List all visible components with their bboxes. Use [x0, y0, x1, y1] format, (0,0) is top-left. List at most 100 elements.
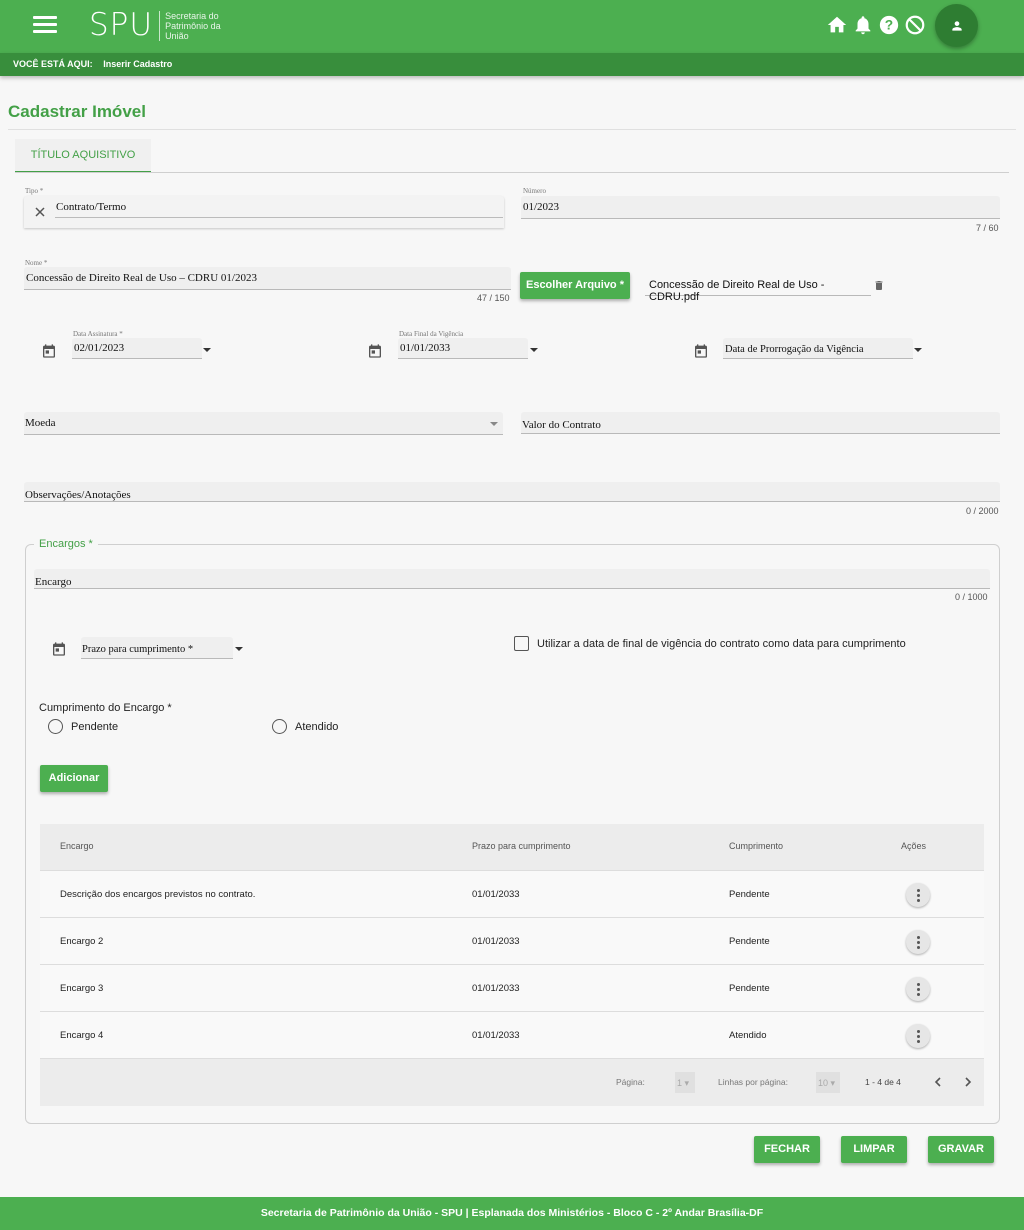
close-button[interactable]: FECHAR [754, 1136, 820, 1163]
table-header: Encargo Prazo para cumprimento Cumprimen… [40, 824, 984, 871]
encargos-legend: Encargos * [34, 538, 98, 550]
tipo-label: Tipo * [25, 187, 44, 195]
divider [15, 172, 1009, 173]
page-title: Cadastrar Imóvel [8, 102, 146, 121]
moeda-placeholder: Moeda [25, 417, 56, 429]
clear-icon[interactable] [35, 207, 45, 217]
svg-text:?: ? [885, 18, 893, 33]
observacoes-placeholder: Observações/Anotações [25, 489, 131, 501]
person-icon [951, 20, 962, 31]
chevron-left-icon[interactable] [932, 1076, 944, 1088]
use-end-date-checkbox[interactable] [514, 636, 529, 651]
choose-file-button[interactable]: Escolher Arquivo * [520, 272, 630, 299]
calendar-icon[interactable] [41, 343, 57, 359]
spu-logo[interactable]: SPU Secretaria do Patrimônio da União [89, 8, 235, 42]
cumprimento-label: Cumprimento do Encargo * [39, 702, 172, 714]
chevron-down-icon[interactable] [203, 348, 211, 352]
table-pagination: Página: 1 ▾ Linhas por página: 10 ▾ 1 - … [40, 1059, 984, 1106]
encargo-field[interactable]: Encargo [34, 569, 990, 589]
cell-cumprimento: Pendente [729, 889, 770, 900]
cell-prazo: 01/01/2033 [472, 936, 520, 947]
file-name: Concessão de Direito Real de Uso - CDRU.… [649, 279, 825, 303]
radio-pendente-label: Pendente [71, 721, 119, 733]
menu-icon[interactable] [33, 16, 57, 36]
cell-encargo: Encargo 3 [60, 983, 104, 994]
data-final-label: Data Final da Vigência [399, 330, 464, 338]
cell-prazo: 01/01/2033 [472, 983, 520, 994]
breadcrumb-current[interactable]: Inserir Cadastro [103, 59, 172, 69]
cell-prazo: 01/01/2033 [472, 889, 520, 900]
use-end-date-label: Utilizar a data de final de vigência do … [537, 638, 906, 650]
encargo-counter: 0 / 1000 [955, 592, 988, 602]
save-button[interactable]: GRAVAR [928, 1136, 994, 1163]
numero-value: 01/2023 [523, 201, 560, 213]
rows-per-page-select[interactable]: 10 ▾ [816, 1072, 840, 1093]
more-vert-icon[interactable] [906, 930, 930, 954]
numero-counter: 7 / 60 [976, 223, 999, 233]
more-vert-icon[interactable] [906, 1024, 930, 1048]
add-encargo-button[interactable]: Adicionar [40, 765, 108, 792]
breadcrumb-label: VOCÊ ESTÁ AQUI: [13, 59, 93, 69]
radio-atendido-label: Atendido [295, 721, 339, 733]
moeda-select[interactable]: Moeda [24, 412, 503, 435]
cell-cumprimento: Pendente [729, 983, 770, 994]
user-avatar[interactable] [935, 4, 978, 47]
calendar-icon[interactable] [693, 343, 709, 359]
observacoes-field[interactable]: Observações/Anotações [24, 482, 1000, 502]
numero-label: Número [523, 187, 546, 195]
col-encargo[interactable]: Encargo [60, 841, 94, 851]
table-row[interactable]: Encargo 2 01/01/2033 Pendente [40, 918, 984, 965]
nome-counter: 47 / 150 [477, 293, 510, 303]
radio-atendido[interactable] [272, 719, 287, 734]
table-row[interactable]: Encargo 3 01/01/2033 Pendente [40, 965, 984, 1012]
data-assinatura-value: 02/01/2023 [74, 342, 125, 354]
more-vert-icon[interactable] [906, 883, 930, 907]
valor-placeholder: Valor do Contrato [522, 419, 601, 431]
tipo-select[interactable]: Contrato/Termo [24, 196, 504, 228]
radio-pendente[interactable] [48, 719, 63, 734]
encargo-placeholder: Encargo [35, 576, 72, 588]
tab-titulo-aquisitivo[interactable]: TÍTULO AQUISITIVO [15, 139, 151, 173]
encargos-table: Encargo Prazo para cumprimento Cumprimen… [40, 824, 984, 1106]
data-assinatura-field[interactable]: 02/01/2023 [72, 338, 202, 359]
page-value: 1 [677, 1078, 683, 1088]
chevron-down-icon [490, 422, 498, 426]
trash-icon[interactable] [873, 279, 885, 292]
file-name-field: Concessão de Direito Real de Uso - CDRU.… [645, 273, 871, 303]
bell-icon[interactable] [852, 14, 874, 36]
data-prorrogacao-field[interactable]: Data de Prorrogação da Vigência [723, 338, 913, 359]
prazo-placeholder: Prazo para cumprimento * [82, 644, 194, 655]
col-cumprimento[interactable]: Cumprimento [729, 841, 783, 851]
chevron-right-icon[interactable] [962, 1076, 974, 1088]
data-prorrogacao-placeholder: Data de Prorrogação da Vigência [725, 344, 864, 355]
chevron-down-icon[interactable] [235, 647, 243, 651]
calendar-icon[interactable] [367, 343, 383, 359]
help-icon[interactable]: ? [878, 14, 900, 36]
table-row[interactable]: Descrição dos encargos previstos no cont… [40, 871, 984, 918]
calendar-icon[interactable] [51, 641, 67, 657]
col-prazo[interactable]: Prazo para cumprimento [472, 841, 571, 851]
logo-subtitle: Secretaria do Patrimônio da União [165, 11, 221, 41]
observacoes-counter: 0 / 2000 [966, 506, 999, 516]
rows-per-page-label: Linhas por página: [718, 1077, 788, 1087]
chevron-down-icon[interactable] [914, 348, 922, 352]
page-select[interactable]: 1 ▾ [675, 1072, 695, 1093]
page-label: Página: [616, 1077, 645, 1087]
cell-encargo: Descrição dos encargos previstos no cont… [60, 889, 256, 900]
nome-label: Nome * [25, 259, 48, 267]
cell-prazo: 01/01/2033 [472, 1030, 520, 1041]
table-row[interactable]: Encargo 4 01/01/2033 Atendido [40, 1012, 984, 1059]
home-icon[interactable] [826, 14, 848, 36]
data-final-field[interactable]: 01/01/2033 [398, 338, 528, 359]
clear-button[interactable]: LIMPAR [841, 1136, 907, 1163]
prazo-field[interactable]: Prazo para cumprimento * [81, 637, 233, 659]
valor-field[interactable]: Valor do Contrato [521, 412, 1000, 434]
block-icon[interactable] [904, 14, 926, 36]
footer: Secretaria de Patrimônio da União - SPU … [0, 1197, 1024, 1230]
col-acoes: Ações [901, 841, 927, 851]
chevron-down-icon[interactable] [530, 348, 538, 352]
nome-field[interactable]: Concessão de Direito Real de Uso – CDRU … [24, 267, 511, 290]
nome-value: Concessão de Direito Real de Uso – CDRU … [26, 272, 257, 284]
more-vert-icon[interactable] [906, 977, 930, 1001]
numero-field[interactable]: 01/2023 [521, 196, 1000, 219]
